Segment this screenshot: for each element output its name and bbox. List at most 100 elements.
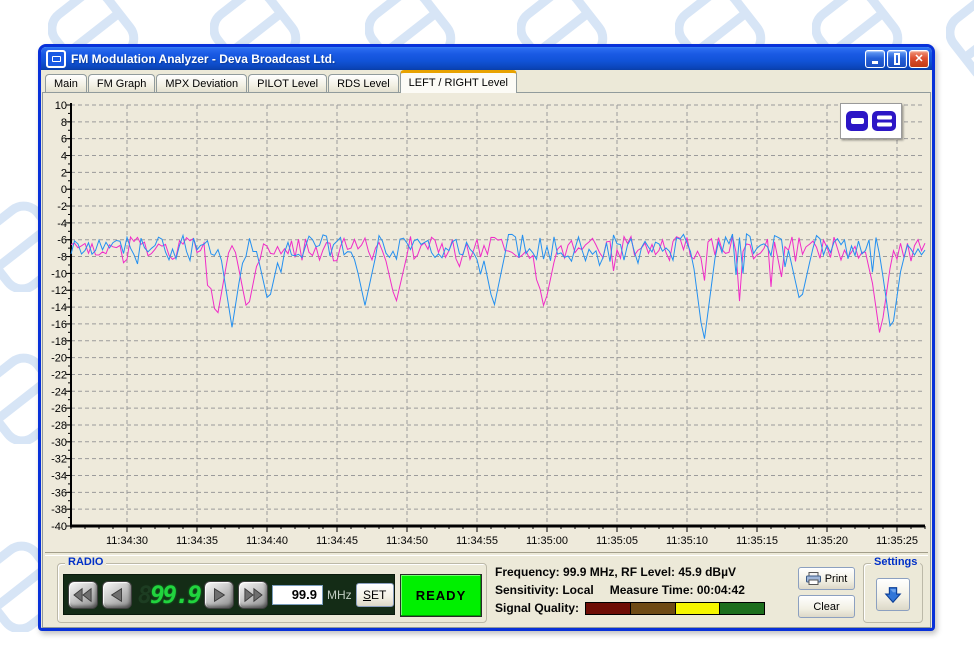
right-arrow-icon xyxy=(210,586,228,604)
svg-text:10: 10 xyxy=(55,100,67,112)
svg-text:11:34:55: 11:34:55 xyxy=(456,535,498,547)
minimize-button[interactable] xyxy=(865,50,885,68)
svg-text:4: 4 xyxy=(61,151,67,163)
step-up-button[interactable] xyxy=(204,581,234,609)
tuner-panel: 899.9 MHz SET xyxy=(63,574,395,615)
svg-text:-34: -34 xyxy=(51,470,67,482)
double-right-arrow-icon xyxy=(242,586,264,604)
close-icon: ✕ xyxy=(914,52,923,65)
minimize-icon xyxy=(872,61,878,64)
svg-text:-28: -28 xyxy=(51,420,67,432)
svg-text:-24: -24 xyxy=(51,386,67,398)
tab-label: RDS Level xyxy=(337,78,390,90)
tab-main[interactable]: Main xyxy=(45,74,87,92)
svg-text:11:35:25: 11:35:25 xyxy=(876,535,918,547)
settings-group-label: Settings xyxy=(871,556,920,568)
svg-text:11:34:50: 11:34:50 xyxy=(386,535,428,547)
svg-text:11:35:15: 11:35:15 xyxy=(736,535,778,547)
svg-text:11:34:35: 11:34:35 xyxy=(176,535,218,547)
print-button[interactable]: Print xyxy=(798,567,855,590)
svg-text:-18: -18 xyxy=(51,336,67,348)
set-button-label: SET xyxy=(363,588,386,602)
svg-text:-32: -32 xyxy=(51,454,67,466)
svg-text:11:35:10: 11:35:10 xyxy=(666,535,708,547)
clear-button[interactable]: Clear xyxy=(798,595,855,618)
frequency-input[interactable] xyxy=(272,585,323,605)
svg-text:8: 8 xyxy=(61,117,67,129)
svg-text:6: 6 xyxy=(61,134,67,146)
tab-label: Main xyxy=(54,78,78,90)
svg-text:-30: -30 xyxy=(51,437,67,449)
measure-time-readout: Measure Time: 00:04:42 xyxy=(610,583,745,597)
svg-text:-40: -40 xyxy=(51,521,67,533)
mhz-unit-label: MHz xyxy=(327,588,352,602)
radio-group: RADIO 899.9 xyxy=(57,563,487,623)
segment-ghost-digit: 8 xyxy=(138,581,150,609)
sensitivity-readout: Sensitivity: Local xyxy=(495,583,594,597)
settings-group: Settings xyxy=(863,563,923,623)
svg-text:0: 0 xyxy=(61,184,67,196)
window-title: FM Modulation Analyzer - Deva Broadcast … xyxy=(71,52,865,66)
tab-left-right-level[interactable]: LEFT / RIGHT Level xyxy=(400,70,517,93)
seek-up-button[interactable] xyxy=(238,581,268,609)
svg-text:-14: -14 xyxy=(51,302,67,314)
svg-text:2: 2 xyxy=(61,167,67,179)
frequency-rf-readout: Frequency: 99.9 MHz, RF Level: 45.9 dBµV xyxy=(495,563,765,581)
tab-label: PILOT Level xyxy=(257,78,318,90)
tab-label: FM Graph xyxy=(97,78,147,90)
svg-text:-8: -8 xyxy=(57,252,67,264)
set-frequency-button[interactable]: SET xyxy=(356,583,394,607)
svg-text:-4: -4 xyxy=(57,218,67,230)
svg-text:-26: -26 xyxy=(51,403,67,415)
double-left-arrow-icon xyxy=(72,586,94,604)
signal-quality-segment xyxy=(586,603,630,614)
left-arrow-icon xyxy=(108,586,126,604)
radio-group-label: RADIO xyxy=(65,556,106,568)
svg-text:-36: -36 xyxy=(51,487,67,499)
signal-quality-bar xyxy=(585,602,765,615)
tab-rds-level[interactable]: RDS Level xyxy=(328,74,399,92)
app-icon xyxy=(46,50,66,68)
db-logo-icon xyxy=(845,109,897,133)
tab-fm-graph[interactable]: FM Graph xyxy=(88,74,156,92)
status-panel: Frequency: 99.9 MHz, RF Level: 45.9 dBµV… xyxy=(495,563,765,617)
app-window: FM Modulation Analyzer - Deva Broadcast … xyxy=(38,44,935,631)
signal-quality-label: Signal Quality: xyxy=(495,601,579,615)
svg-text:-10: -10 xyxy=(51,268,67,280)
chart-canvas: 1086420-2-4-6-8-10-12-14-16-18-20-22-24-… xyxy=(43,93,930,552)
step-down-button[interactable] xyxy=(102,581,132,609)
clear-button-label: Clear xyxy=(813,601,839,613)
deva-db-logo xyxy=(840,103,902,139)
signal-quality-segment xyxy=(630,603,675,614)
segment-value: 99.9 xyxy=(150,581,200,609)
close-button[interactable]: ✕ xyxy=(909,50,929,68)
bottom-panel: RADIO 899.9 xyxy=(43,556,930,627)
maximize-icon xyxy=(894,53,900,65)
settings-button[interactable] xyxy=(876,578,910,611)
ready-status-indicator: READY xyxy=(400,574,482,617)
tab-pilot-level[interactable]: PILOT Level xyxy=(248,74,327,92)
level-chart: 1086420-2-4-6-8-10-12-14-16-18-20-22-24-… xyxy=(43,93,930,552)
signal-quality-segment xyxy=(719,603,764,614)
svg-text:-16: -16 xyxy=(51,319,67,331)
svg-text:11:35:20: 11:35:20 xyxy=(806,535,848,547)
tab-mpx-deviation[interactable]: MPX Deviation xyxy=(156,74,247,92)
printer-icon xyxy=(806,572,821,585)
watermark-b-logo-icon xyxy=(946,0,974,82)
tab-label: MPX Deviation xyxy=(165,78,238,90)
signal-quality-segment xyxy=(675,603,720,614)
svg-text:-6: -6 xyxy=(57,235,67,247)
title-bar[interactable]: FM Modulation Analyzer - Deva Broadcast … xyxy=(41,47,932,70)
svg-text:11:34:45: 11:34:45 xyxy=(316,535,358,547)
seek-down-button[interactable] xyxy=(68,581,98,609)
svg-text:-12: -12 xyxy=(51,285,67,297)
tab-page-left-right-level: 1086420-2-4-6-8-10-12-14-16-18-20-22-24-… xyxy=(42,92,931,628)
print-button-label: Print xyxy=(825,573,848,585)
tab-strip: Main FM Graph MPX Deviation PILOT Level RDS … xyxy=(41,70,932,92)
svg-text:-22: -22 xyxy=(51,369,67,381)
down-arrow-icon xyxy=(883,584,903,606)
maximize-button[interactable] xyxy=(887,50,907,68)
svg-text:11:34:40: 11:34:40 xyxy=(246,535,288,547)
svg-text:-20: -20 xyxy=(51,353,67,365)
svg-text:-38: -38 xyxy=(51,504,67,516)
